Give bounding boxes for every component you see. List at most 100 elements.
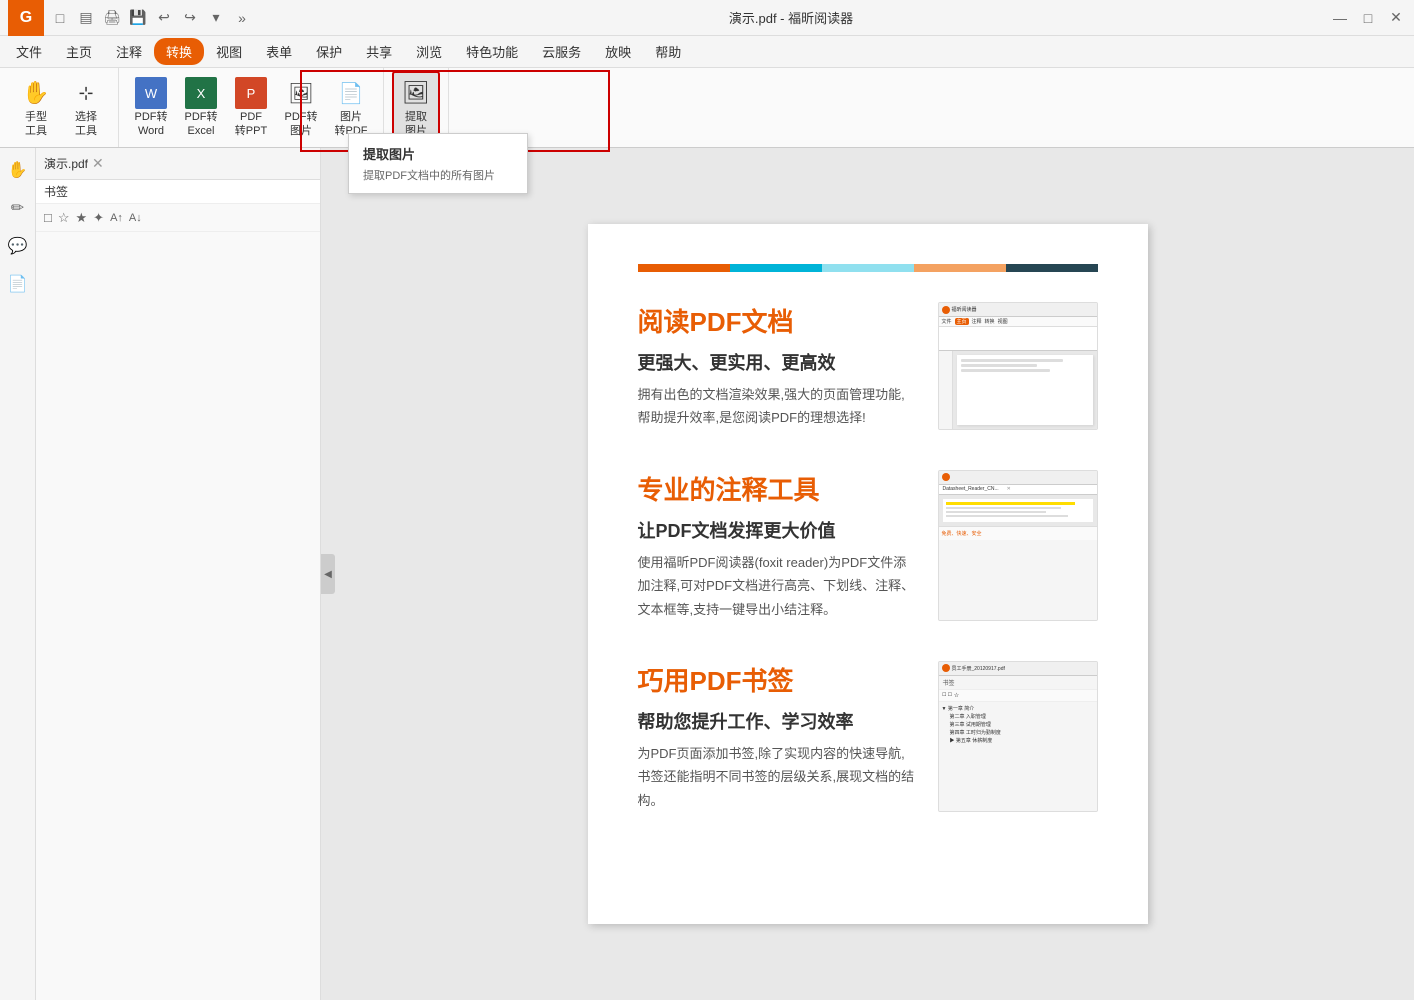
pdf-top-bar [638,264,1098,272]
panel-toolbar: □ ☆ ★ ✦ A↑ A↓ [36,204,320,232]
extract-image-icon: 🖼 [400,77,432,109]
mini-menu-file: 文件 [942,318,952,325]
sidebar-comment-icon[interactable]: 💬 [4,232,32,260]
mini-body-1 [939,351,1097,429]
print-icon[interactable]: 🖨 [102,8,122,28]
close-button[interactable]: ✕ [1386,8,1406,28]
undo-icon[interactable]: ↩ [154,8,174,28]
bookmark-tool-5[interactable]: A↑ [110,212,123,224]
menu-share[interactable]: 共享 [354,38,404,65]
mini-ribbon-1 [939,327,1097,351]
mini-app-3: 员工手册_20120917.pdf 书签 □□☆ ▼ 第一章 简介 第二章 入职… [939,662,1097,811]
window-title: 演示.pdf - 福昕阅读器 [729,8,853,27]
pdf-to-image-button[interactable]: 🖼 PDF转图片 [277,73,325,141]
panel-content [36,232,320,1000]
open-icon[interactable]: ▤ [76,8,96,28]
panel-filename: 演示.pdf [44,155,88,172]
pdf-section-3: 巧用PDF书签 帮助您提升工作、学习效率 为PDF页面添加书签,除了实现内容的快… [638,661,1098,812]
left-sidebar: ✋ ✏ 💬 📄 [0,148,36,1000]
pdf-section-3-text: 巧用PDF书签 帮助您提升工作、学习效率 为PDF页面添加书签,除了实现内容的快… [638,661,918,812]
top-bar-seg-5 [1006,264,1098,272]
sidebar-edit-icon[interactable]: ✏ [4,194,32,222]
mini-app-1: 福昕阅读器 文件 主页 注释 转换 视图 [939,303,1097,429]
pdf-section-3-sub: 帮助您提升工作、学习效率 [638,708,918,734]
pdf-to-excel-icon: X [185,77,217,109]
pdf-section-2-sub: 让PDF文档发挥更大价值 [638,517,918,543]
pdf-section-3-body: 为PDF页面添加书签,除了实现内容的快速导航,书签还能指明不同书签的层级关系,展… [638,742,918,812]
pdf-section-1-title: 阅读PDF文档 [638,302,918,339]
tooltip-description: 提取PDF文档中的所有图片 [363,167,513,183]
pdf-to-ppt-button[interactable]: P PDF转PPT [227,73,275,141]
pdf-to-word-button[interactable]: W PDF转Word [127,73,175,141]
bookmark-tool-1[interactable]: □ [44,210,52,225]
save-icon[interactable]: 💾 [128,8,148,28]
sidebar-hand-icon[interactable]: ✋ [4,156,32,184]
hand-tool-label: 手型工具 [25,111,47,137]
mini-menu-view: 视图 [998,318,1008,325]
menu-protect[interactable]: 保护 [304,38,354,65]
menu-form[interactable]: 表单 [254,38,304,65]
pdf-to-image-label: PDF转图片 [285,111,318,137]
mini-menubar-1: 文件 主页 注释 转换 视图 [939,317,1097,327]
ribbon-group-tools: ✋ 手型工具 ⊹ 选择工具 [4,68,119,147]
new-icon[interactable]: □ [50,8,70,28]
main-area: ✋ ✏ 💬 📄 演示.pdf ✕ 书签 □ ☆ ★ ✦ A↑ A↓ ◀ [0,148,1414,1000]
select-icon: ⊹ [70,77,102,109]
more-icon[interactable]: ▾ [206,8,226,28]
pdf-section-1: 阅读PDF文档 更强大、更实用、更高效 拥有出色的文档渲染效果,强大的页面管理功… [638,302,1098,430]
bookmark-tool-2[interactable]: ☆ [58,210,70,226]
pdf-to-excel-label: PDF转Excel [185,111,218,137]
menu-annotate[interactable]: 注释 [104,38,154,65]
pdf-section-1-body: 拥有出色的文档渲染效果,强大的页面管理功能,帮助提升效率,是您阅读PDF的理想选… [638,383,918,430]
ribbon-group-convert: W PDF转Word X PDF转Excel P PDF转PPT 🖼 PDF转图… [119,68,384,147]
menu-help[interactable]: 帮助 [643,38,693,65]
menu-play[interactable]: 放映 [593,38,643,65]
bookmark-tool-3[interactable]: ★ [76,210,88,226]
mini-menu-convert: 转换 [985,318,995,325]
menu-cloud[interactable]: 云服务 [530,38,593,65]
title-bar: G □ ▤ 🖨 💾 ↩ ↪ ▾ » 演示.pdf - 福昕阅读器 — □ ✕ [0,0,1414,36]
mini-titlebar-3: 员工手册_20120917.pdf [939,662,1097,676]
mini-titlebar-1: 福昕阅读器 [939,303,1097,317]
panel-file-bar: 书签 [36,180,320,204]
content-area: ◀ 阅读PDF文档 更强大、更实用、更高效 拥有出色的文档渲染效果,强大的页面管… [321,148,1414,1000]
menu-file[interactable]: 文件 [4,38,54,65]
pdf-section-2-text: 专业的注释工具 让PDF文档发挥更大价值 使用福昕PDF阅读器(foxit re… [638,470,918,621]
panel-close-button[interactable]: ✕ [92,155,104,172]
bookmark-tool-4[interactable]: ✦ [93,210,104,226]
tooltip-popup: 提取图片 提取PDF文档中的所有图片 [348,133,528,194]
mini-content-1 [953,351,1097,429]
pdf-section-2-title: 专业的注释工具 [638,470,918,507]
redo-icon[interactable]: ↪ [180,8,200,28]
collapse-panel-button[interactable]: ◀ [321,554,335,594]
sidebar-page-icon[interactable]: 📄 [4,270,32,298]
mini-menu-home: 主页 [955,318,969,325]
pdf-section-2-body: 使用福昕PDF阅读器(foxit reader)为PDF文件添加注释,可对PDF… [638,551,918,621]
pdf-section-2-image: Datasheet_Reader_CN... ✕ [938,470,1098,621]
top-bar-seg-4 [914,264,1006,272]
foxit-logo: G [8,0,44,36]
menu-view[interactable]: 视图 [204,38,254,65]
panel-tab-bar: 演示.pdf ✕ [36,148,320,180]
tooltip-title: 提取图片 [363,144,513,163]
mini-page-1 [957,355,1093,425]
pdf-document: 阅读PDF文档 更强大、更实用、更高效 拥有出色的文档渲染效果,强大的页面管理功… [588,224,1148,924]
panel-section-title: 书签 [44,183,68,200]
extra-icon[interactable]: » [232,8,252,28]
menu-bar: 文件 主页 注释 转换 视图 表单 保护 共享 浏览 特色功能 云服务 放映 帮… [0,36,1414,68]
mini-tab-2: Datasheet_Reader_CN... ✕ [939,485,1097,495]
select-tool-button[interactable]: ⊹ 选择工具 [62,73,110,141]
image-to-pdf-button[interactable]: 📄 图片转PDF [327,73,375,141]
maximize-button[interactable]: □ [1358,8,1378,28]
hand-tool-button[interactable]: ✋ 手型工具 [12,73,60,141]
image-to-pdf-icon: 📄 [335,77,367,109]
menu-special[interactable]: 特色功能 [454,38,530,65]
bookmark-tool-6[interactable]: A↓ [129,212,142,224]
pdf-to-excel-button[interactable]: X PDF转Excel [177,73,225,141]
menu-browse[interactable]: 浏览 [404,38,454,65]
pdf-section-1-sub: 更强大、更实用、更高效 [638,349,918,375]
menu-convert[interactable]: 转换 [154,38,204,65]
menu-home[interactable]: 主页 [54,38,104,65]
mini-logo-2 [942,473,950,481]
minimize-button[interactable]: — [1330,8,1350,28]
